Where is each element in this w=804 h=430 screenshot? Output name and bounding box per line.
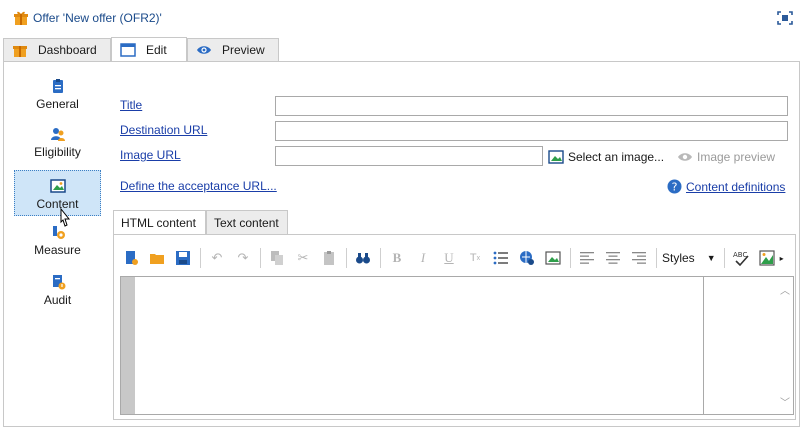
tab-edit[interactable]: Edit (111, 37, 187, 62)
scroll-down-icon[interactable]: ﹀ (780, 394, 790, 409)
tab-dashboard[interactable]: Dashboard (3, 38, 111, 61)
image-preview-button[interactable]: Image preview (677, 150, 775, 164)
toolbar-separator (656, 248, 657, 268)
toolbar-separator (723, 248, 725, 268)
sidebar-item-label: Eligibility (34, 145, 81, 159)
editor-toolbar: ↶ ↷ ✂ B I U Tx Styles ▼ ABC ▸ (120, 244, 784, 272)
acceptance-url-link[interactable]: Define the acceptance URL... (120, 179, 277, 193)
image-preview-label: Image preview (697, 150, 776, 164)
image-icon (49, 178, 66, 194)
vertical-scrollbar[interactable]: ︿ ﹀ (776, 277, 793, 414)
content-definitions-link[interactable]: ? Content definitions (667, 179, 785, 194)
italic-icon[interactable]: I (412, 247, 434, 269)
image-url-input[interactable] (275, 146, 543, 166)
redo-icon[interactable]: ↷ (232, 247, 254, 269)
tab-label: Preview (222, 43, 265, 57)
tab-label: Dashboard (38, 43, 97, 57)
tab-label: HTML content (121, 216, 196, 230)
select-image-button[interactable]: Select an image... (548, 150, 664, 164)
chevron-down-icon: ▼ (706, 253, 716, 263)
bold-icon[interactable]: B (386, 247, 408, 269)
eye-icon (677, 150, 693, 164)
insert-image-icon[interactable] (542, 247, 564, 269)
maximize-icon[interactable] (776, 10, 794, 26)
scroll-up-icon[interactable]: ︿ (780, 282, 790, 297)
svg-text:ABC: ABC (733, 251, 747, 259)
sidebar-item-measure[interactable]: Measure (14, 224, 101, 264)
underline-icon[interactable]: U (438, 247, 460, 269)
title-input[interactable] (275, 96, 788, 116)
toolbar-separator (346, 248, 347, 268)
align-right-icon[interactable] (628, 247, 650, 269)
destination-url-link[interactable]: Destination URL (120, 123, 207, 137)
sidebar-item-label: Measure (34, 243, 81, 257)
image-url-link[interactable]: Image URL (120, 148, 181, 162)
content-definitions-label: Content definitions (686, 179, 786, 194)
toolbar-separator (260, 248, 261, 268)
bullet-list-icon[interactable] (490, 247, 512, 269)
window-edit-icon (120, 42, 136, 58)
eye-icon (196, 42, 212, 58)
window-title: Offer 'New offer (OFR2)' (33, 11, 162, 25)
sidebar-item-general[interactable]: General (14, 78, 101, 122)
tab-label: Text content (214, 215, 279, 230)
gift-icon (13, 10, 29, 26)
destination-url-input[interactable] (275, 121, 788, 141)
toolbar-separator (570, 248, 571, 268)
image-icon (548, 150, 564, 164)
copy-icon[interactable] (266, 247, 288, 269)
paste-icon[interactable] (318, 247, 340, 269)
tab-preview[interactable]: Preview (187, 38, 279, 61)
tab-label: Edit (146, 43, 167, 57)
more-arrow-icon[interactable]: ▸ (780, 254, 784, 263)
save-icon[interactable] (172, 247, 194, 269)
audit-icon (50, 274, 66, 290)
gift-icon (12, 42, 28, 58)
insert-media-icon[interactable] (756, 247, 778, 269)
svg-text:?: ? (672, 181, 678, 194)
styles-label: Styles (662, 251, 695, 265)
top-tabs: Dashboard Edit Preview (3, 37, 801, 62)
title-label-link[interactable]: Title (120, 98, 142, 112)
clipboard-icon (50, 78, 66, 94)
open-folder-icon[interactable] (146, 247, 168, 269)
align-center-icon[interactable] (602, 247, 624, 269)
sidebar-item-label: Audit (43, 293, 72, 307)
select-image-label: Select an image... (568, 150, 665, 164)
find-binoculars-icon[interactable] (352, 247, 374, 269)
clear-format-icon[interactable]: Tx (464, 247, 486, 269)
users-icon (50, 126, 66, 142)
cut-icon[interactable]: ✂ (292, 247, 314, 269)
new-document-icon[interactable] (120, 247, 142, 269)
align-left-icon[interactable] (576, 247, 598, 269)
tab-html-content[interactable]: HTML content (113, 210, 206, 235)
styles-dropdown[interactable]: Styles ▼ (662, 251, 716, 265)
measure-icon (50, 224, 66, 240)
sidebar-item-audit[interactable]: Audit (14, 274, 101, 314)
title-bar: Offer 'New offer (OFR2)' (0, 0, 804, 36)
spellcheck-icon[interactable]: ABC (730, 247, 752, 269)
sidebar-item-label: General (36, 97, 79, 111)
sidebar-item-eligibility[interactable]: Eligibility (14, 126, 101, 170)
editor-divider (703, 277, 704, 414)
help-icon: ? (667, 179, 682, 194)
html-source-editor[interactable]: ︿ ﹀ (120, 276, 794, 415)
line-gutter (121, 277, 135, 414)
undo-icon[interactable]: ↶ (206, 247, 228, 269)
insert-link-icon[interactable] (516, 247, 538, 269)
toolbar-separator (200, 248, 201, 268)
tab-text-content[interactable]: Text content (206, 210, 288, 234)
toolbar-separator (380, 248, 381, 268)
